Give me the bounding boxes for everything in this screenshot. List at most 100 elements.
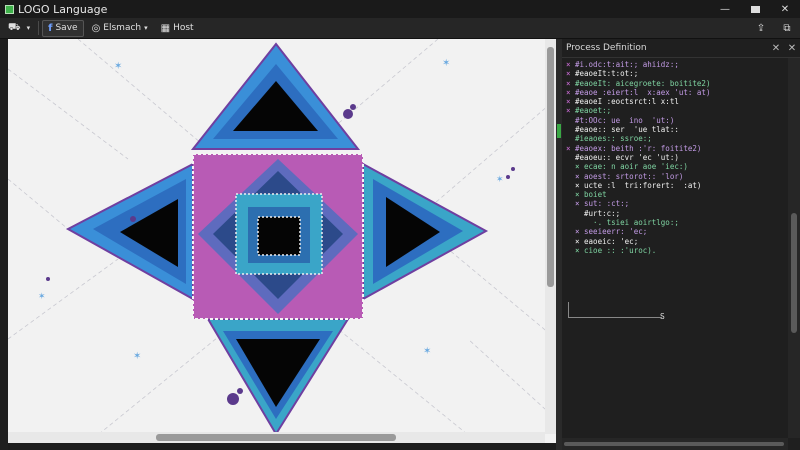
code-line-text: ·. tsiei aoirtlgo:; bbox=[575, 218, 679, 228]
top-triangle bbox=[190, 42, 361, 150]
save-button-label: Save bbox=[55, 23, 78, 33]
breakpoint-marker[interactable]: × bbox=[566, 79, 575, 88]
left-gutter bbox=[0, 39, 8, 450]
code-line[interactable]: #ieaoes:: ssroe:; bbox=[566, 134, 788, 143]
breakpoint-marker[interactable]: × bbox=[566, 88, 575, 97]
canvas-horizontal-scrollbar[interactable] bbox=[8, 432, 545, 443]
breakpoint-marker[interactable]: × bbox=[566, 106, 575, 115]
code-line-text: #t:OOc: ue ino 'ut:) bbox=[575, 115, 675, 125]
scroll-thumb[interactable] bbox=[564, 442, 784, 446]
breakpoint-marker[interactable] bbox=[566, 190, 575, 199]
right-triangle bbox=[362, 162, 489, 301]
code-line-text: × ecae: n aoir aoe 'iec:) bbox=[575, 162, 688, 172]
code-line[interactable]: #eaoe:: ser 'ue tlat:: bbox=[566, 125, 788, 134]
breakpoint-marker[interactable] bbox=[566, 134, 575, 143]
code-line[interactable]: × #eaoeI :eoctsrct:l x:tl bbox=[566, 97, 788, 106]
svg-text:✶: ✶ bbox=[496, 175, 504, 185]
code-line-text: × boiet bbox=[575, 190, 607, 200]
code-line[interactable]: × sut: :ct:; bbox=[566, 199, 788, 208]
breakpoint-marker[interactable] bbox=[566, 172, 575, 181]
svg-text:✶: ✶ bbox=[114, 61, 122, 72]
minimize-button[interactable]: — bbox=[710, 0, 740, 18]
breakpoint-marker[interactable] bbox=[566, 237, 575, 246]
code-line-text: × cioe :: :'uroc). bbox=[575, 245, 657, 255]
svg-text:✶: ✶ bbox=[133, 351, 141, 362]
code-line[interactable]: × boiet bbox=[566, 190, 788, 199]
breakpoint-marker[interactable] bbox=[566, 199, 575, 208]
code-line[interactable]: × #eaoet:; bbox=[566, 106, 788, 115]
share-icon[interactable]: ⇪ bbox=[748, 23, 774, 34]
scroll-thumb[interactable] bbox=[791, 213, 797, 333]
code-block-end-line bbox=[568, 302, 662, 318]
splitter-grip[interactable] bbox=[557, 124, 561, 138]
panel-horizontal-scrollbar[interactable] bbox=[562, 438, 788, 450]
code-line-text: #eaoeIt:t:ot:; bbox=[575, 69, 639, 79]
save-button[interactable]: f Save bbox=[42, 19, 84, 37]
code-line[interactable]: × eaoeic: 'ec; bbox=[566, 237, 788, 246]
code-line[interactable]: × ecae: n aoir aoe 'iec:) bbox=[566, 162, 788, 171]
code-line[interactable]: × #i.odc:t:ait:; ahiidz:; bbox=[566, 60, 788, 69]
elsmach-menu-label: Elsmach bbox=[103, 23, 142, 33]
fractal-drawing: ✶ ✶ ✶ ✶ ✶ ✶ bbox=[8, 39, 556, 443]
center-square bbox=[192, 153, 364, 320]
dock-icon[interactable]: ⧉ bbox=[774, 23, 800, 34]
collapse-icon[interactable]: ✕ bbox=[768, 43, 784, 54]
bottom-triangle bbox=[206, 318, 350, 436]
breakpoint-marker[interactable]: × bbox=[566, 144, 575, 153]
toolbar-separator bbox=[38, 21, 40, 35]
code-line[interactable]: × #eaoeIt:t:ot:; bbox=[566, 69, 788, 78]
svg-text:✶: ✶ bbox=[442, 58, 450, 69]
chevron-down-icon: ▾ bbox=[144, 24, 148, 32]
code-line[interactable]: ·. tsiei aoirtlgo:; bbox=[566, 218, 788, 227]
turtle-menu-button[interactable]: ⛟ ▾ bbox=[3, 20, 35, 37]
breakpoint-marker[interactable] bbox=[566, 246, 575, 255]
breakpoint-marker[interactable]: × bbox=[566, 60, 575, 69]
restore-button[interactable] bbox=[740, 0, 770, 18]
code-line-text: #eaoe :eiert:l x:aex 'ut: at) bbox=[575, 87, 711, 97]
host-button[interactable]: ▦ Host bbox=[156, 20, 199, 37]
turtle-icon: ⛟ bbox=[8, 21, 21, 33]
code-line-text: #eaoeIt: aicegroete: boitite2) bbox=[575, 78, 711, 88]
code-editor[interactable]: × #i.odc:t:ait:; ahiidz:; × #eaoeIt:t:ot:; ×… bbox=[562, 58, 788, 438]
code-line-text: #i.odc:t:ait:; ahiidz:; bbox=[575, 60, 679, 69]
code-line-text: × aoest: srtorot:: 'lor) bbox=[575, 171, 684, 181]
code-line-text: #eaoet:; bbox=[575, 106, 612, 116]
panel-vertical-scrollbar[interactable] bbox=[788, 58, 800, 438]
breakpoint-marker[interactable] bbox=[566, 153, 575, 162]
breakpoint-marker[interactable] bbox=[566, 227, 575, 236]
scroll-thumb[interactable] bbox=[547, 47, 554, 287]
breakpoint-marker[interactable] bbox=[566, 162, 575, 171]
scroll-thumb[interactable] bbox=[156, 434, 396, 441]
breakpoint-marker[interactable]: × bbox=[566, 97, 575, 106]
grid-icon: ▦ bbox=[160, 22, 171, 34]
host-button-label: Host bbox=[173, 23, 194, 33]
code-line-text: #urt:c:; bbox=[575, 208, 621, 218]
code-line[interactable]: × cioe :: :'uroc). bbox=[566, 246, 788, 255]
code-line[interactable]: #t:OOc: ue ino 'ut:) bbox=[566, 116, 788, 125]
breakpoint-marker[interactable] bbox=[566, 116, 575, 125]
code-line[interactable]: #urt:c:; bbox=[566, 209, 788, 218]
breakpoint-marker[interactable] bbox=[566, 218, 575, 227]
facebook-icon: f bbox=[48, 22, 53, 34]
breakpoint-marker[interactable] bbox=[566, 181, 575, 190]
code-line[interactable]: × #eaoex: beith :'r: foitite2) bbox=[566, 144, 788, 153]
code-line-text: #eaoeu:: ecvr 'ec 'ut:) bbox=[575, 152, 679, 162]
code-line[interactable]: × aoest: srtorot:: 'lor) bbox=[566, 172, 788, 181]
code-line[interactable]: × seeieerr: 'ec; bbox=[566, 227, 788, 236]
code-line[interactable]: × #eaoeIt: aicegroete: boitite2) bbox=[566, 79, 788, 88]
close-icon[interactable]: ✕ bbox=[784, 43, 800, 54]
code-line[interactable]: #eaoeu:: ecvr 'ec 'ut:) bbox=[566, 153, 788, 162]
code-line-text: × eaoeic: 'ec; bbox=[575, 236, 639, 246]
canvas-vertical-scrollbar[interactable] bbox=[545, 39, 556, 434]
left-triangle bbox=[65, 162, 194, 301]
close-button[interactable]: ✕ bbox=[770, 0, 800, 18]
code-line[interactable]: × ucte :l tri:forert: :at) bbox=[566, 181, 788, 190]
breakpoint-marker[interactable] bbox=[566, 209, 575, 218]
code-line-text: #eaoex: beith :'r: foitite2) bbox=[575, 143, 702, 153]
elsmach-menu-button[interactable]: ◎ Elsmach ▾ bbox=[87, 20, 153, 37]
breakpoint-marker[interactable]: × bbox=[566, 69, 575, 78]
code-line[interactable]: × #eaoe :eiert:l x:aex 'ut: at) bbox=[566, 88, 788, 97]
code-line-text: × seeieerr: 'ec; bbox=[575, 227, 648, 237]
drawing-canvas[interactable]: ✶ ✶ ✶ ✶ ✶ ✶ bbox=[8, 39, 556, 443]
breakpoint-marker[interactable] bbox=[566, 125, 575, 134]
